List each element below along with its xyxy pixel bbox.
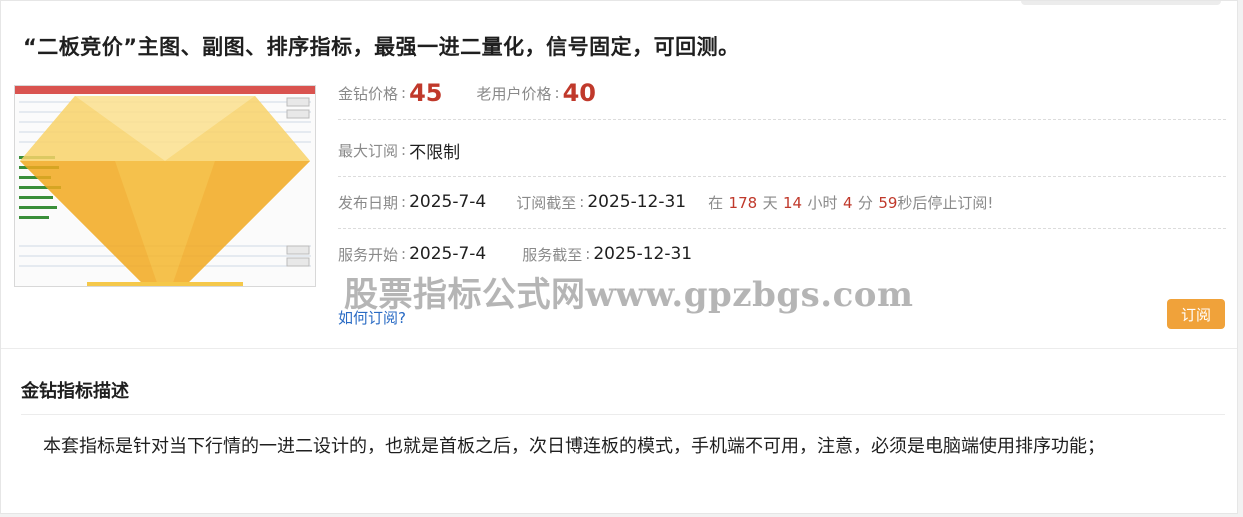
old-user-price: 40 <box>562 79 596 107</box>
price-row: 金钻价格 : 45 老用户价格 : 40 <box>338 67 1226 120</box>
product-title: “二板竞价”主图、副图、排序指标，最强一进二量化，信号固定，可回测。 <box>23 35 740 59</box>
product-thumbnail[interactable] <box>14 85 316 287</box>
max-subscription-value: 不限制 <box>409 142 461 163</box>
max-subscription-label: 最大订阅 <box>338 141 399 160</box>
description-title: 金钻指标描述 <box>21 381 129 402</box>
description-divider <box>21 414 1225 415</box>
countdown-minutes: 4 <box>842 193 853 212</box>
watermark: 股票指标公式网www.gpzbgs.com <box>344 275 914 315</box>
diamond-price: 45 <box>409 79 443 107</box>
subscription-end-label: 订阅截至 <box>516 193 577 212</box>
description-text: 本套指标是针对当下行情的一进二设计的，也就是首板之后，次日博连板的模式，手机端不… <box>43 436 1105 457</box>
countdown-hours: 14 <box>783 193 803 212</box>
product-card: “二板竞价”主图、副图、排序指标，最强一进二量化，信号固定，可回测。 金钻价格 … <box>0 0 1238 514</box>
publish-date: 2025-7-4 <box>409 192 487 212</box>
old-user-price-label: 老用户价格 <box>476 84 552 103</box>
max-subscription-row: 最大订阅 : 不限制 <box>338 124 1226 177</box>
how-to-subscribe-link[interactable]: 如何订阅? <box>338 307 406 328</box>
dates-row: 发布日期 : 2025-7-4 订阅截至 : 2025-12-31 在 178 … <box>338 176 1226 229</box>
section-divider <box>1 348 1237 349</box>
subscribe-button[interactable]: 订阅 <box>1167 299 1225 329</box>
service-end-label: 服务截至 <box>522 245 583 264</box>
diamond-price-label: 金钻价格 <box>338 84 399 103</box>
subscription-end: 2025-12-31 <box>587 192 687 212</box>
service-start: 2025-7-4 <box>409 244 487 264</box>
countdown-seconds: 59 <box>878 193 898 212</box>
countdown-days: 178 <box>728 193 758 212</box>
top-tab-edge <box>1021 1 1221 5</box>
service-end: 2025-12-31 <box>593 244 693 264</box>
countdown: 在 178 天 14 小时 4 分 59秒后停止订阅! <box>708 193 994 212</box>
diamond-icon <box>15 86 315 286</box>
service-start-label: 服务开始 <box>338 245 399 264</box>
publish-date-label: 发布日期 <box>338 193 399 212</box>
